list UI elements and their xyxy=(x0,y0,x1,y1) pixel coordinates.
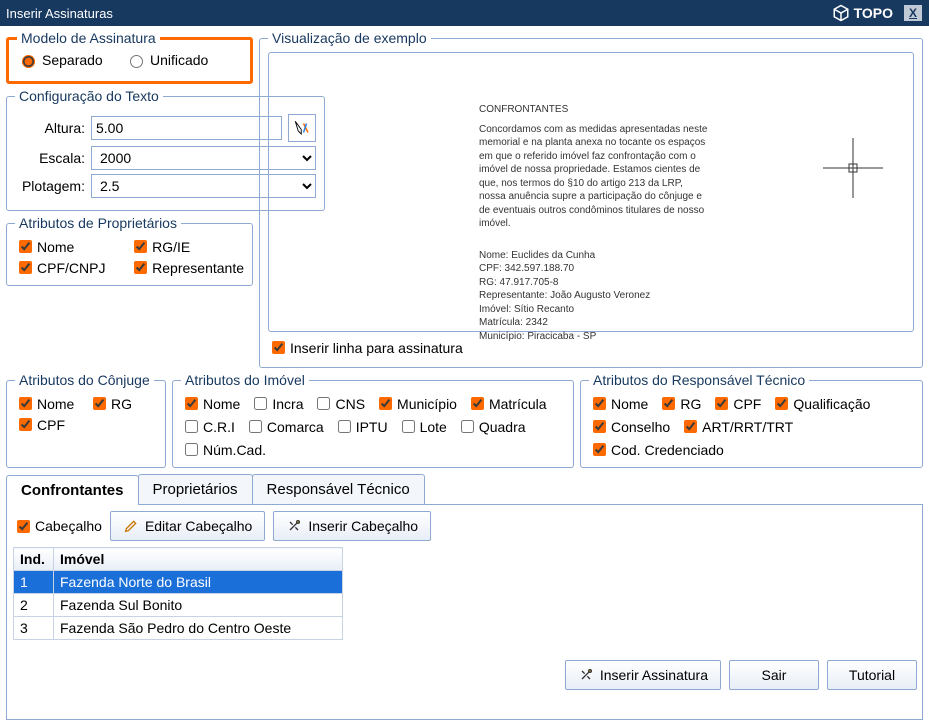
check-rt-rg[interactable]: RG xyxy=(658,394,701,413)
plotagem-label: Plotagem: xyxy=(15,178,85,194)
attr-prop-legend: Atributos de Proprietários xyxy=(15,215,181,231)
insert-icon xyxy=(578,667,594,683)
check-prop-rgie[interactable]: RG/IE xyxy=(130,237,244,256)
check-imovel-lote[interactable]: Lote xyxy=(398,417,447,436)
check-imovel-cns[interactable]: CNS xyxy=(313,394,365,413)
config-legend: Configuração do Texto xyxy=(15,88,163,104)
col-ind: Ind. xyxy=(14,548,54,571)
attr-conjuge-fieldset: Atributos do Cônjuge Nome RG CPF xyxy=(6,372,166,468)
check-rt-nome[interactable]: Nome xyxy=(589,394,648,413)
sair-button[interactable]: Sair xyxy=(729,660,819,690)
col-imovel: Imóvel xyxy=(54,548,343,571)
check-imovel-comarca[interactable]: Comarca xyxy=(245,417,324,436)
check-imovel-municipio[interactable]: Município xyxy=(375,394,457,413)
check-imovel-incra[interactable]: Incra xyxy=(250,394,303,413)
preview-fieldset: Visualização de exemplo CONFRONTANTES Co… xyxy=(259,30,923,368)
preview-legend: Visualização de exemplo xyxy=(268,30,431,46)
radio-unificado[interactable]: Unificado xyxy=(125,52,208,68)
escala-label: Escala: xyxy=(15,150,85,166)
table-row[interactable]: 3Fazenda São Pedro do Centro Oeste xyxy=(14,617,343,640)
titlebar: Inserir Assinaturas TOPO X xyxy=(0,0,929,26)
insert-icon xyxy=(286,518,302,534)
tab-responsavel-tecnico[interactable]: Responsável Técnico xyxy=(252,474,425,504)
check-imovel-iptu[interactable]: IPTU xyxy=(334,417,388,436)
check-rt-art[interactable]: ART/RRT/TRT xyxy=(680,417,793,436)
preview-canvas: CONFRONTANTES Concordamos com as medidas… xyxy=(268,52,914,332)
check-prop-repr[interactable]: Representante xyxy=(130,258,244,277)
inserir-assinatura-button[interactable]: Inserir Assinatura xyxy=(565,660,721,690)
edit-icon xyxy=(123,518,139,534)
check-prop-cpfcnpj[interactable]: CPF/CNPJ xyxy=(15,258,124,277)
check-conj-nome[interactable]: Nome xyxy=(15,394,83,413)
window-title: Inserir Assinaturas xyxy=(6,6,113,21)
check-rt-cpf[interactable]: CPF xyxy=(711,394,761,413)
check-prop-nome[interactable]: Nome xyxy=(15,237,124,256)
app-logo: TOPO xyxy=(832,4,893,22)
inserir-cabecalho-button[interactable]: Inserir Cabeçalho xyxy=(273,511,431,541)
tabs: Confrontantes Proprietários Responsável … xyxy=(6,474,923,505)
check-conj-cpf[interactable]: CPF xyxy=(15,415,83,434)
attr-proprietarios-fieldset: Atributos de Proprietários Nome RG/IE CP… xyxy=(6,215,253,286)
check-imovel-nome[interactable]: Nome xyxy=(181,394,240,413)
check-imovel-numcad[interactable]: Núm.Cad. xyxy=(181,440,266,459)
check-rt-qualif[interactable]: Qualificação xyxy=(771,394,870,413)
check-cabecalho[interactable]: Cabeçalho xyxy=(13,517,102,536)
table-row[interactable]: 2Fazenda Sul Bonito xyxy=(14,594,343,617)
preview-body: Concordamos com as medidas apresentadas … xyxy=(479,123,709,231)
attr-rt-fieldset: Atributos do Responsável Técnico Nome RG… xyxy=(580,372,923,468)
check-inserir-linha[interactable]: Inserir linha para assinatura xyxy=(268,338,463,357)
crosshair-icon xyxy=(823,138,883,198)
tab-proprietarios[interactable]: Proprietários xyxy=(138,474,253,504)
modelo-assinatura-fieldset: Modelo de Assinatura Separado Unificado xyxy=(6,30,253,84)
modelo-legend: Modelo de Assinatura xyxy=(17,30,160,46)
radio-separado[interactable]: Separado xyxy=(17,52,103,68)
close-button[interactable]: X xyxy=(903,4,923,22)
altura-input[interactable] xyxy=(91,116,282,140)
tab-confrontantes[interactable]: Confrontantes xyxy=(6,475,139,505)
check-imovel-matricula[interactable]: Matrícula xyxy=(467,394,547,413)
check-imovel-cri[interactable]: C.R.I xyxy=(181,417,235,436)
check-rt-cod[interactable]: Cod. Credenciado xyxy=(589,440,724,459)
editar-cabecalho-button[interactable]: Editar Cabeçalho xyxy=(110,511,265,541)
check-rt-conselho[interactable]: Conselho xyxy=(589,417,670,436)
tutorial-button[interactable]: Tutorial xyxy=(827,660,917,690)
check-conj-rg[interactable]: RG xyxy=(89,394,157,413)
attr-imovel-fieldset: Atributos do Imóvel Nome Incra CNS Munic… xyxy=(172,372,574,468)
table-row[interactable]: 1Fazenda Norte do Brasil xyxy=(14,571,343,594)
preview-header: CONFRONTANTES xyxy=(479,103,819,117)
check-imovel-quadra[interactable]: Quadra xyxy=(457,417,526,436)
altura-label: Altura: xyxy=(15,120,85,136)
confrontantes-table: Ind.Imóvel 1Fazenda Norte do Brasil 2Faz… xyxy=(13,547,343,640)
